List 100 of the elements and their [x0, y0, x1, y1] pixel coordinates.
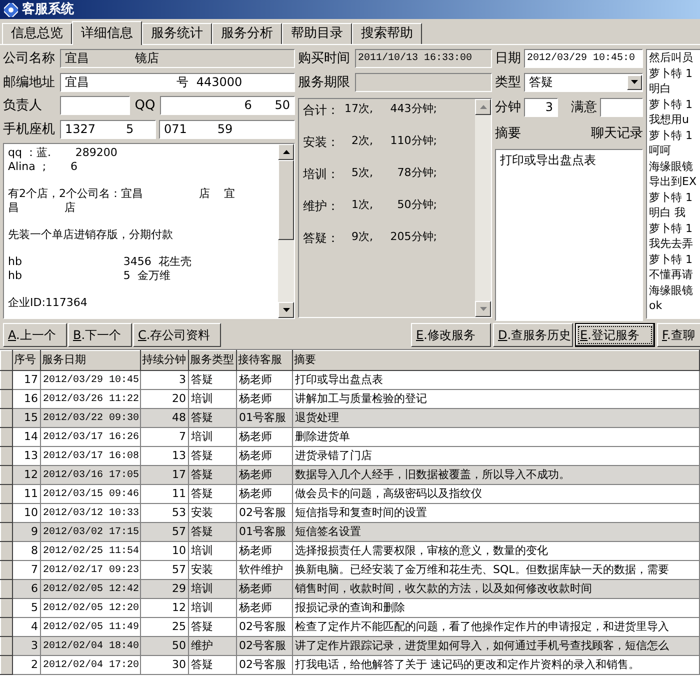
field-label: 满意 [571, 99, 597, 117]
field-label: 邮编地址 [3, 74, 56, 92]
table-row[interactable]: 7 2012/02/17 09:23 57 安装 软件维护 换新电脑。已经安装了金万维和花生壳、SQL。但数据库缺一天的数据，需要 [0, 560, 700, 580]
stat-count: 5次, [350, 165, 373, 181]
field-label: 服务期限 [298, 74, 351, 92]
landline-field[interactable]: 071 59 [159, 120, 295, 139]
column-header[interactable]: 服务类型 [188, 350, 236, 370]
row-header [0, 446, 12, 466]
row-header [0, 522, 12, 542]
field-label: 聊天记录 [591, 124, 643, 142]
chat-line: 明白 [649, 81, 672, 96]
note-line: Alina ; 6 [8, 160, 79, 174]
table-row[interactable]: 15 2012/03/22 09:30 48 答疑 01号客服 退货处理 [0, 408, 700, 428]
stat-label: 安装： [303, 134, 340, 151]
action-button[interactable]: E.登记服务 [575, 323, 655, 347]
column-header[interactable]: 序号 [12, 350, 40, 370]
table-cell: 30 [140, 656, 188, 674]
action-button[interactable]: E.修改服务 [411, 323, 491, 347]
table-row[interactable]: 6 2012/02/05 12:42 29 培训 杨老师 销售时间，收款时间，收欠款的方法，以及如何修改收款时间 [0, 580, 700, 598]
note-line: 先装一个单店进销存版，分期付款 [8, 228, 174, 242]
chat-line: 萝卜特 1 [649, 96, 694, 112]
stat-count: 9次, [350, 229, 373, 245]
chat-line: 萝卜特 1 [649, 220, 694, 236]
column-header[interactable]: 服务日期 [40, 350, 140, 370]
vertical-scrollbar[interactable] [475, 99, 491, 317]
field-label: 负责人 [3, 97, 43, 115]
table-cell: 打我电话，给他解答了关于 速记码的更改和定作片资料的录入和销售。 [292, 656, 700, 674]
tab[interactable]: 帮助目录 [282, 23, 352, 44]
table-row[interactable]: 5 2012/02/05 12:20 12 培训 杨老师 报损记录的查询和删除 [0, 598, 700, 618]
table-row[interactable]: 8 2012/02/25 11:54 10 培训 杨老师 选择报损责任人需要权限，审核的意义，数量的变化 [0, 542, 700, 560]
table-row[interactable]: 2 2012/02/04 17:20 30 答疑 02号客服 打我电话，给他解答了关于 速记码的更改和定作片资料的录入和销售。 [0, 656, 700, 674]
chat-line: 萝卜特 1 [649, 252, 694, 267]
table-row[interactable]: 9 2012/03/02 17:15 57 答疑 01号客服 短信签名设置 [0, 522, 700, 542]
column-header[interactable]: 摘要 [292, 350, 700, 370]
stat-label: 合计： [303, 102, 340, 119]
chat-line: 导出到EX [649, 174, 698, 190]
column-header[interactable]: 接待客服 [236, 350, 292, 370]
service-period-field[interactable] [355, 72, 492, 92]
action-button[interactable]: D.查服务历史 [493, 323, 573, 347]
tab[interactable]: 详细信息 [72, 21, 142, 45]
field-label: 手机座机 [3, 120, 56, 138]
stat-count: 2次, [350, 133, 373, 149]
notes-area[interactable]: qq ：蓝. 289200 Alina ; 6 有2个店，2个公司名：宜昌 店 宜 昌 店 先装一个单店进销存版，分期付款 hb 3456 花生壳 hb 5 金万维 企业ID:117364 [3, 143, 295, 319]
row-header [0, 580, 12, 598]
chat-line: 海缘眼镜 [649, 158, 694, 174]
table-row[interactable]: 11 2012/03/15 09:46 11 答疑 杨老师 做会员卡的问题，高级密码以及指纹仪 [0, 484, 700, 504]
action-button[interactable]: B.下一个 [68, 323, 132, 347]
table-cell: 答疑 [188, 656, 236, 674]
row-header [0, 598, 12, 618]
note-line: 有2个店，2个公司名：宜昌 店 宜 [8, 187, 236, 201]
table-row[interactable]: 10 2012/03/12 10:33 53 安装 02号客服 短信指导和复查时间的设置 [0, 504, 700, 522]
row-header [0, 370, 12, 390]
field-label: 公司名称 [3, 50, 56, 68]
table-cell: 2 [12, 656, 40, 674]
table-row[interactable]: 4 2012/02/05 11:49 25 答疑 02号客服 检查了定作片不能匹配的问题，看了他操作定作片的申请报定，和进货里导入 [0, 618, 700, 636]
row-header [0, 560, 12, 580]
table-row[interactable]: 16 2012/03/26 11:22 20 培训 杨老师 讲解加工与质量检验的登记 [0, 390, 700, 408]
table-cell: 2012/02/04 17:20 [40, 656, 140, 674]
tab[interactable]: 搜索帮助 [352, 23, 422, 44]
tab[interactable]: 服务分析 [212, 23, 282, 44]
column-header[interactable]: 持续分钟 [140, 350, 188, 370]
tab[interactable]: 服务统计 [142, 23, 212, 44]
qq-field[interactable]: 6 50 [160, 96, 295, 116]
type-dropdown[interactable]: 答疑 [524, 72, 643, 92]
stat-label: 维护： [303, 198, 340, 215]
minutes-field[interactable]: 3 [524, 98, 558, 118]
row-header [0, 390, 12, 408]
field-label: QQ [134, 97, 156, 115]
field-label: 摘要 [495, 124, 521, 142]
row-header [0, 636, 12, 656]
row-header [0, 484, 12, 504]
table-row[interactable]: 12 2012/03/16 17:05 17 答疑 杨老师 数据导入几个人经手，旧数据被覆盖，所以导入不成功。 [0, 466, 700, 484]
action-button[interactable]: C.存公司资料 [133, 323, 221, 347]
field-label: 类型 [495, 74, 521, 92]
window-title: 客服系统 [22, 0, 74, 19]
contact-field[interactable] [60, 96, 130, 116]
chat-line: 萝卜特 1 [649, 190, 694, 205]
dropdown-arrow-icon [631, 80, 638, 84]
row-header [0, 466, 12, 484]
row-header [0, 504, 12, 522]
stat-label: 答疑： [303, 230, 340, 247]
mobile-field[interactable]: 1327 5 [60, 120, 156, 139]
table-row[interactable]: 13 2012/03/17 16:08 13 答疑 杨老师 进货录错了门店 [0, 446, 700, 466]
address-field[interactable]: 宜昌 号 443000 [60, 72, 295, 92]
tab[interactable]: 信息总览 [2, 23, 72, 44]
chat-log-panel[interactable]: 然后叫员 萝卜特 1 明白 萝卜特 1 我想用u 萝卜特 1 呵呵 海缘眼镜 导出到EX 萝卜特 1 明白 我 萝卜特 1 我先去弄 萝卜特 1 不懂再请 海缘眼镜 ok [646, 49, 700, 319]
action-button[interactable]: A.上一个 [3, 323, 67, 347]
date-field[interactable]: 2012/03/29 10:45:0 [524, 49, 643, 68]
vertical-scrollbar[interactable] [278, 144, 294, 318]
purchase-time-field[interactable]: 2011/10/13 16:33:00 [355, 49, 492, 68]
stat-minutes: 110分钟; [389, 133, 437, 149]
table-row[interactable]: 14 2012/03/17 16:26 7 培训 杨老师 删除进货单 [0, 428, 700, 446]
action-button[interactable]: F.查聊 [657, 323, 700, 347]
table-row[interactable]: 3 2012/02/04 18:40 50 维护 02号客服 讲了定作片跟踪记录，进货里如何导入，如何通过手机号查找顾客，短信怎么 [0, 636, 700, 656]
satisfaction-field[interactable] [600, 98, 643, 118]
company-name-field[interactable]: 宜昌 镜店 [60, 49, 295, 68]
note-line: hb 5 金万维 [8, 269, 172, 283]
chat-line: 萝卜特 1 [649, 128, 694, 143]
summary-area[interactable]: 打印或导出盘点表 [495, 149, 643, 321]
table-row[interactable]: 17 2012/03/29 10:45 3 答疑 杨老师 打印或导出盘点表 [0, 370, 700, 390]
